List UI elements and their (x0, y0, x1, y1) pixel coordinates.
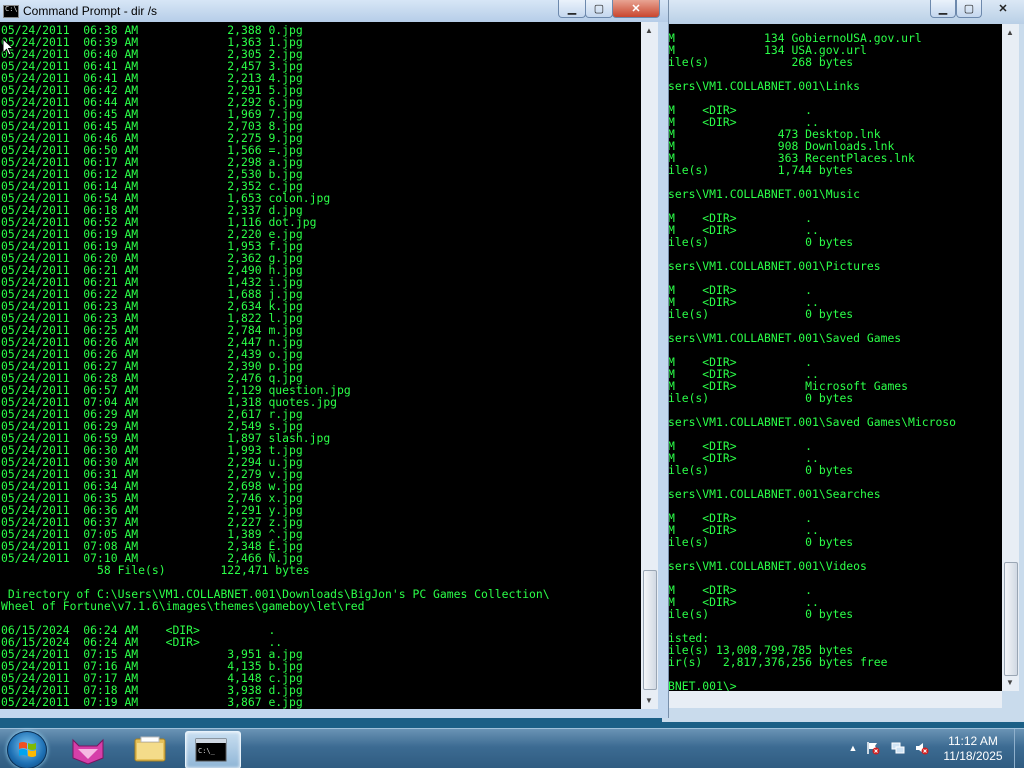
close-button[interactable]: ✕ (612, 0, 660, 18)
horizontal-scrollbar-thumb[interactable] (668, 691, 852, 702)
network-icon[interactable] (891, 741, 905, 755)
console-line: ile(s) 0 bytes (668, 535, 854, 549)
console-line: 58 File(s) 122,471 bytes (1, 563, 310, 577)
close-button[interactable]: ✕ (982, 0, 1024, 18)
command-prompt-icon: C:\ (3, 5, 19, 18)
scroll-up-arrow-icon[interactable]: ▲ (1002, 24, 1018, 41)
console-line: sers\VM1.COLLABNET.001\Music (668, 187, 861, 201)
background-console-window[interactable]: ▁ ▢ ✕ M 134 GobiernoUSA.gov.url M 134 USA… (662, 0, 1024, 722)
console-line: sers\VM1.COLLABNET.001\Links (668, 79, 861, 93)
start-button[interactable] (7, 731, 47, 768)
scrollbar-thumb[interactable] (1004, 562, 1018, 676)
volume-muted-icon[interactable] (915, 741, 929, 755)
minimize-button[interactable]: ▁ (558, 0, 586, 18)
console-line: sers\VM1.COLLABNET.001\Pictures (668, 259, 881, 273)
console-line: ir(s) 2,817,376,256 bytes free (668, 655, 888, 669)
folder-icon (134, 736, 166, 762)
console-line: ile(s) 0 bytes (668, 391, 854, 405)
console-line: ile(s) 0 bytes (668, 607, 854, 621)
minimize-button[interactable]: ▁ (930, 0, 956, 18)
system-clock[interactable]: 11:12 AM 11/18/2025 (935, 734, 1011, 764)
console-line: ile(s) 1,744 bytes (668, 163, 854, 177)
scroll-down-arrow-icon[interactable]: ▼ (641, 692, 657, 709)
console-output: 05/24/2011 06:38 AM 2,388 0.jpg 05/24/201… (0, 22, 641, 709)
show-desktop-button[interactable] (1014, 729, 1024, 768)
mouse-pointer-icon (2, 38, 14, 56)
console-line: Wheel of Fortune\v7.1.6\images\themes\ga… (1, 599, 365, 613)
console-line: sers\VM1.COLLABNET.001\Videos (668, 559, 867, 573)
taskbar: C:\_ ▲ 11:12 AM 11/18/2025 (0, 728, 1024, 768)
scroll-down-arrow-icon[interactable]: ▼ (1002, 674, 1018, 691)
scrollbar-thumb[interactable] (643, 570, 657, 690)
background-horizontal-scrollbar[interactable] (668, 691, 1002, 708)
cat-icon (72, 738, 104, 765)
background-vertical-scrollbar[interactable]: ▲ ▼ (1002, 24, 1019, 691)
windows-logo-icon (19, 742, 36, 757)
svg-text:C:\_: C:\_ (198, 747, 216, 755)
taskbar-pink-cat-app[interactable] (62, 731, 114, 767)
maximize-button[interactable]: ▢ (956, 0, 982, 18)
scroll-up-arrow-icon[interactable]: ▲ (641, 22, 657, 39)
taskbar-command-prompt[interactable]: C:\_ (185, 731, 241, 768)
clock-time: 11:12 AM (948, 734, 998, 748)
console-line: ile(s) 0 bytes (668, 235, 854, 249)
command-prompt-window[interactable]: C:\ Command Prompt - dir /s ▁ ▢ ✕ 05/24/… (0, 0, 669, 718)
console-line: sers\VM1.COLLABNET.001\Saved Games\Micro… (668, 415, 957, 429)
action-center-flag-icon[interactable] (866, 741, 880, 755)
cmd-icon: C:\_ (195, 738, 227, 762)
console-line: ile(s) 268 bytes (668, 55, 854, 69)
console-line: ile(s) 0 bytes (668, 307, 854, 321)
show-hidden-icons-button[interactable]: ▲ (846, 741, 860, 755)
console-lines: 05/24/2011 06:38 AM 2,388 0.jpg 05/24/201… (1, 24, 550, 708)
console-line: ile(s) 0 bytes (668, 463, 854, 477)
background-console-output: M 134 GobiernoUSA.gov.url M 134 USA.gov.u… (668, 24, 1002, 691)
clock-date: 11/18/2025 (943, 749, 1003, 763)
taskbar-windows-explorer[interactable] (124, 731, 176, 767)
console-line: BNET.001\> (668, 679, 737, 691)
console-line: sers\VM1.COLLABNET.001\Saved Games (668, 331, 902, 345)
vertical-scrollbar[interactable]: ▲ ▼ (641, 22, 658, 709)
console-line: 05/24/2011 07:19 AM 3,867 e.jpg (1, 695, 303, 709)
maximize-button[interactable]: ▢ (585, 0, 613, 18)
background-console-lines: M 134 GobiernoUSA.gov.url M 134 USA.gov.u… (668, 32, 956, 691)
window-title: Command Prompt - dir /s (23, 4, 158, 18)
console-line: sers\VM1.COLLABNET.001\Searches (668, 487, 881, 501)
